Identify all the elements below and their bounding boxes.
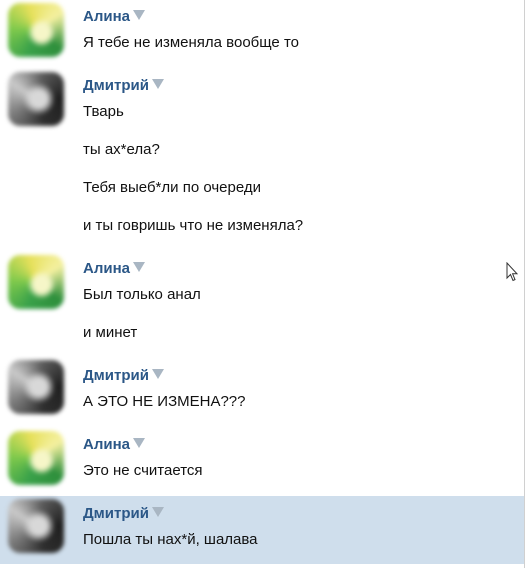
author-name[interactable]: Дмитрий [83, 505, 164, 522]
chevron-down-icon[interactable] [151, 369, 164, 379]
alina-avatar[interactable] [8, 431, 64, 485]
chevron-down-icon[interactable] [133, 262, 145, 272]
author-name-text[interactable]: Дмитрий [83, 77, 149, 94]
message-block: Дмитрий А ЭТО НЕ ИЗМЕНА??? [0, 356, 524, 428]
chat-history: Алина Я тебе не изменяла вообще то Дмитр… [0, 0, 525, 568]
message-text: Пошла ты нах*й, шалава [83, 531, 258, 548]
author-name[interactable]: Дмитрий [83, 77, 164, 94]
message-text: ты ах*ела? [83, 141, 160, 158]
message-block: Алина Был только анал и минет [0, 252, 524, 356]
message-text: и ты говришь что не изменяла? [83, 217, 304, 234]
message-block-selected[interactable]: Дмитрий Пошла ты нах*й, шалава [0, 496, 524, 564]
chevron-down-icon[interactable] [151, 507, 164, 517]
alina-avatar[interactable] [8, 255, 64, 309]
alina-avatar[interactable] [8, 3, 64, 57]
dmitry-avatar[interactable] [8, 72, 64, 126]
author-name[interactable]: Дмитрий [83, 367, 164, 384]
message-block: Дмитрий Тварь ты ах*ела? Тебя выеб*ли по… [0, 66, 524, 252]
message-text: Это не считается [83, 462, 203, 479]
chevron-down-icon[interactable] [133, 438, 145, 448]
author-name[interactable]: Алина [83, 436, 145, 453]
author-name[interactable]: Алина [83, 8, 145, 25]
mouse-cursor-icon [506, 262, 518, 282]
author-name-text[interactable]: Дмитрий [83, 505, 149, 522]
author-name-text[interactable]: Алина [83, 260, 130, 277]
message-text: Тебя выеб*ли по очереди [83, 179, 261, 196]
message-text: и минет [83, 324, 138, 341]
dmitry-avatar[interactable] [8, 499, 64, 553]
message-text: Был только анал [83, 286, 201, 303]
chevron-down-icon[interactable] [151, 79, 164, 89]
message-block: Алина Это не считается [0, 428, 524, 496]
author-name-text[interactable]: Дмитрий [83, 367, 149, 384]
message-block: Алина Я тебе не изменяла вообще то [0, 0, 524, 66]
chevron-down-icon[interactable] [133, 10, 145, 20]
message-text: Тварь [83, 103, 124, 120]
message-text: А ЭТО НЕ ИЗМЕНА??? [83, 393, 246, 410]
message-text: Я тебе не изменяла вообще то [83, 34, 299, 51]
author-name[interactable]: Алина [83, 260, 145, 277]
dmitry-avatar[interactable] [8, 360, 64, 414]
author-name-text[interactable]: Алина [83, 8, 130, 25]
author-name-text[interactable]: Алина [83, 436, 130, 453]
